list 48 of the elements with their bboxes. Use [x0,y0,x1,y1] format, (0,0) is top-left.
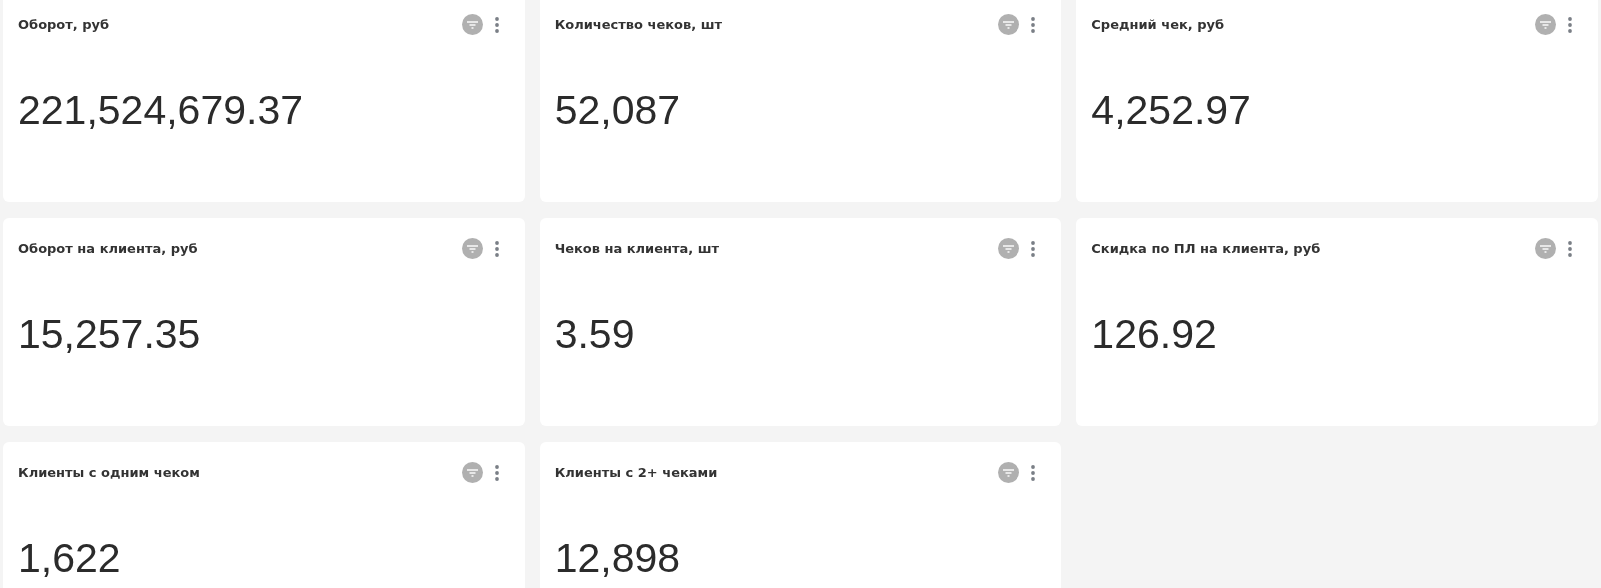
metric-value: 4,252.97 [1091,87,1251,134]
filter-icon [1003,468,1015,477]
more-button[interactable] [1029,15,1038,34]
card-title: Скидка по ПЛ на клиента, руб [1091,241,1322,256]
filter-icon [1003,244,1015,253]
more-icon [1568,240,1572,257]
metric-value: 3.59 [554,311,635,358]
filter-button[interactable] [461,14,483,35]
card-title: Оборот на клиента, руб [18,241,199,256]
card-title: Средний чек, руб [1091,17,1226,32]
metric-value: 52,087 [554,87,681,134]
more-icon [1031,240,1036,257]
filter-button[interactable] [461,238,483,259]
card-title: Клиенты с 2+ чеками [554,465,719,480]
filter-button[interactable] [1535,14,1556,35]
filter-button[interactable] [998,462,1020,483]
more-button[interactable] [492,239,501,258]
metric-value: 126.92 [1091,311,1217,358]
filter-button[interactable] [998,14,1020,35]
filter-icon [466,244,478,253]
filter-icon [1003,20,1015,29]
card-title: Количество чеков, шт [554,17,724,32]
card-title: Оборот, руб [18,17,111,32]
more-button[interactable] [1566,15,1574,34]
more-icon [1031,464,1036,481]
more-button[interactable] [1566,239,1574,258]
more-button[interactable] [492,463,501,482]
more-icon [1568,16,1572,33]
filter-icon [466,468,478,477]
filter-icon [1540,20,1551,29]
more-button[interactable] [1029,239,1038,258]
more-button[interactable] [492,15,501,34]
card-title: Чеков на клиента, шт [554,241,721,256]
filter-button[interactable] [1535,238,1556,259]
more-icon [494,464,499,481]
filter-icon [1540,244,1551,253]
metric-value: 12,898 [554,535,681,582]
more-icon [494,16,499,33]
filter-icon [466,20,478,29]
more-icon [1031,16,1036,33]
metric-value: 15,257.35 [18,311,201,358]
filter-button[interactable] [998,238,1020,259]
card-title: Клиенты с одним чеком [18,465,201,480]
metric-value: 1,622 [18,535,121,582]
more-icon [494,240,499,257]
filter-button[interactable] [461,462,483,483]
more-button[interactable] [1029,463,1038,482]
metric-value: 221,524,679.37 [18,87,303,134]
